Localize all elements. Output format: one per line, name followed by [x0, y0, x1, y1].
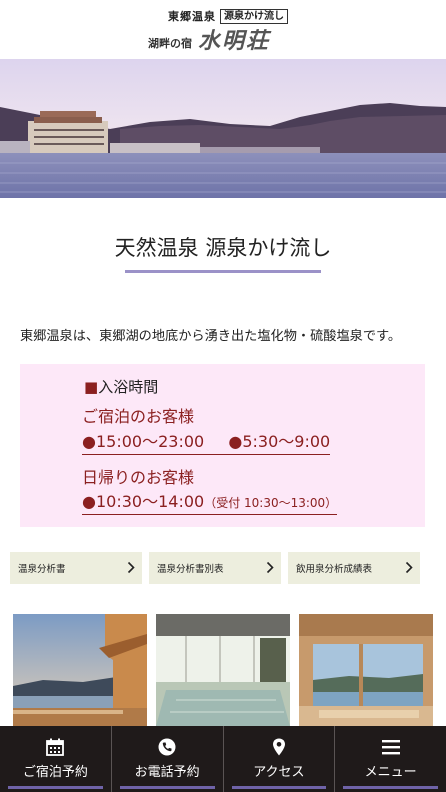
analysis-button-label: 飲用泉分析成績表	[296, 564, 373, 575]
nav-access[interactable]: アクセス	[224, 726, 336, 792]
nav-menu[interactable]: メニュー	[335, 726, 446, 792]
hamburger-menu-icon	[381, 740, 400, 755]
bath-times-box: ■入浴時間 ご宿泊のお客様 ●15:00〜23:00 ●5:30〜9:00 日帰…	[20, 364, 425, 527]
map-pin-icon	[272, 738, 285, 756]
logo-top-line: 東郷温泉 源泉かけ流し	[168, 8, 288, 24]
analysis-button-1[interactable]: 温泉分析書	[10, 552, 142, 584]
nav-underline	[343, 786, 438, 789]
bullet-icon: ●	[82, 432, 96, 451]
title-underline	[125, 270, 321, 273]
phone-icon	[158, 738, 176, 756]
chevron-right-icon	[405, 561, 413, 574]
bottom-nav: ご宿泊予約 お電話予約 アクセス メニュー	[0, 726, 446, 792]
logo-brand: 水明荘	[198, 28, 271, 54]
nav-reservation-label: ご宿泊予約	[22, 765, 88, 780]
stay-time-1: 15:00〜23:00	[95, 432, 205, 451]
photo-outdoor-bath[interactable]	[13, 614, 147, 726]
day-time: 10:30〜14:00	[95, 492, 205, 511]
chevron-right-icon	[127, 561, 135, 574]
square-icon: ■	[84, 378, 99, 396]
photo-window-bath[interactable]	[299, 614, 433, 726]
nav-reservation[interactable]: ご宿泊予約	[0, 726, 112, 792]
nav-underline	[119, 786, 215, 789]
calendar-icon	[46, 738, 65, 756]
analysis-button-label: 温泉分析書別表	[157, 564, 224, 575]
tag-label: 源泉かけ流し	[220, 8, 288, 24]
hero-image	[0, 59, 446, 198]
nav-phone[interactable]: お電話予約	[112, 726, 224, 792]
chevron-right-icon	[266, 561, 274, 574]
day-reception-note: （受付 10:30〜13:00）	[204, 496, 338, 510]
intro-text: 東郷温泉は、東郷湖の地底から湧き出た塩化物・硫酸塩泉です。	[20, 329, 402, 344]
onsen-name: 東郷温泉	[168, 10, 216, 23]
site-header: 東郷温泉 源泉かけ流し 湖畔の宿 水明荘	[0, 0, 446, 59]
photo-indoor-bath[interactable]	[156, 614, 290, 726]
nav-underline	[8, 786, 103, 789]
page-title: 天然温泉 源泉かけ流し	[114, 236, 332, 260]
nav-phone-label: お電話予約	[134, 765, 200, 780]
nav-menu-label: メニュー	[364, 765, 417, 780]
analysis-button-2[interactable]: 温泉分析書別表	[149, 552, 281, 584]
logo[interactable]: 湖畔の宿 水明荘	[148, 23, 270, 55]
day-time-line: ●10:30〜14:00（受付 10:30〜13:00）	[82, 488, 338, 515]
nav-access-label: アクセス	[253, 765, 305, 780]
stay-time-2: 5:30〜9:00	[242, 432, 331, 451]
bath-times-heading: ■入浴時間	[84, 378, 159, 396]
analysis-button-3[interactable]: 飲用泉分析成績表	[288, 552, 420, 584]
analysis-button-label: 温泉分析書	[18, 564, 66, 575]
bullet-icon: ●	[228, 432, 243, 451]
logo-subtitle: 湖畔の宿	[148, 37, 192, 50]
stay-guest-title: ご宿泊のお客様	[82, 407, 195, 426]
nav-underline	[231, 786, 327, 789]
bullet-icon: ●	[82, 492, 96, 511]
stay-time-line: ●15:00〜23:00 ●5:30〜9:00	[82, 428, 331, 455]
day-guest-title: 日帰りのお客様	[82, 468, 195, 487]
